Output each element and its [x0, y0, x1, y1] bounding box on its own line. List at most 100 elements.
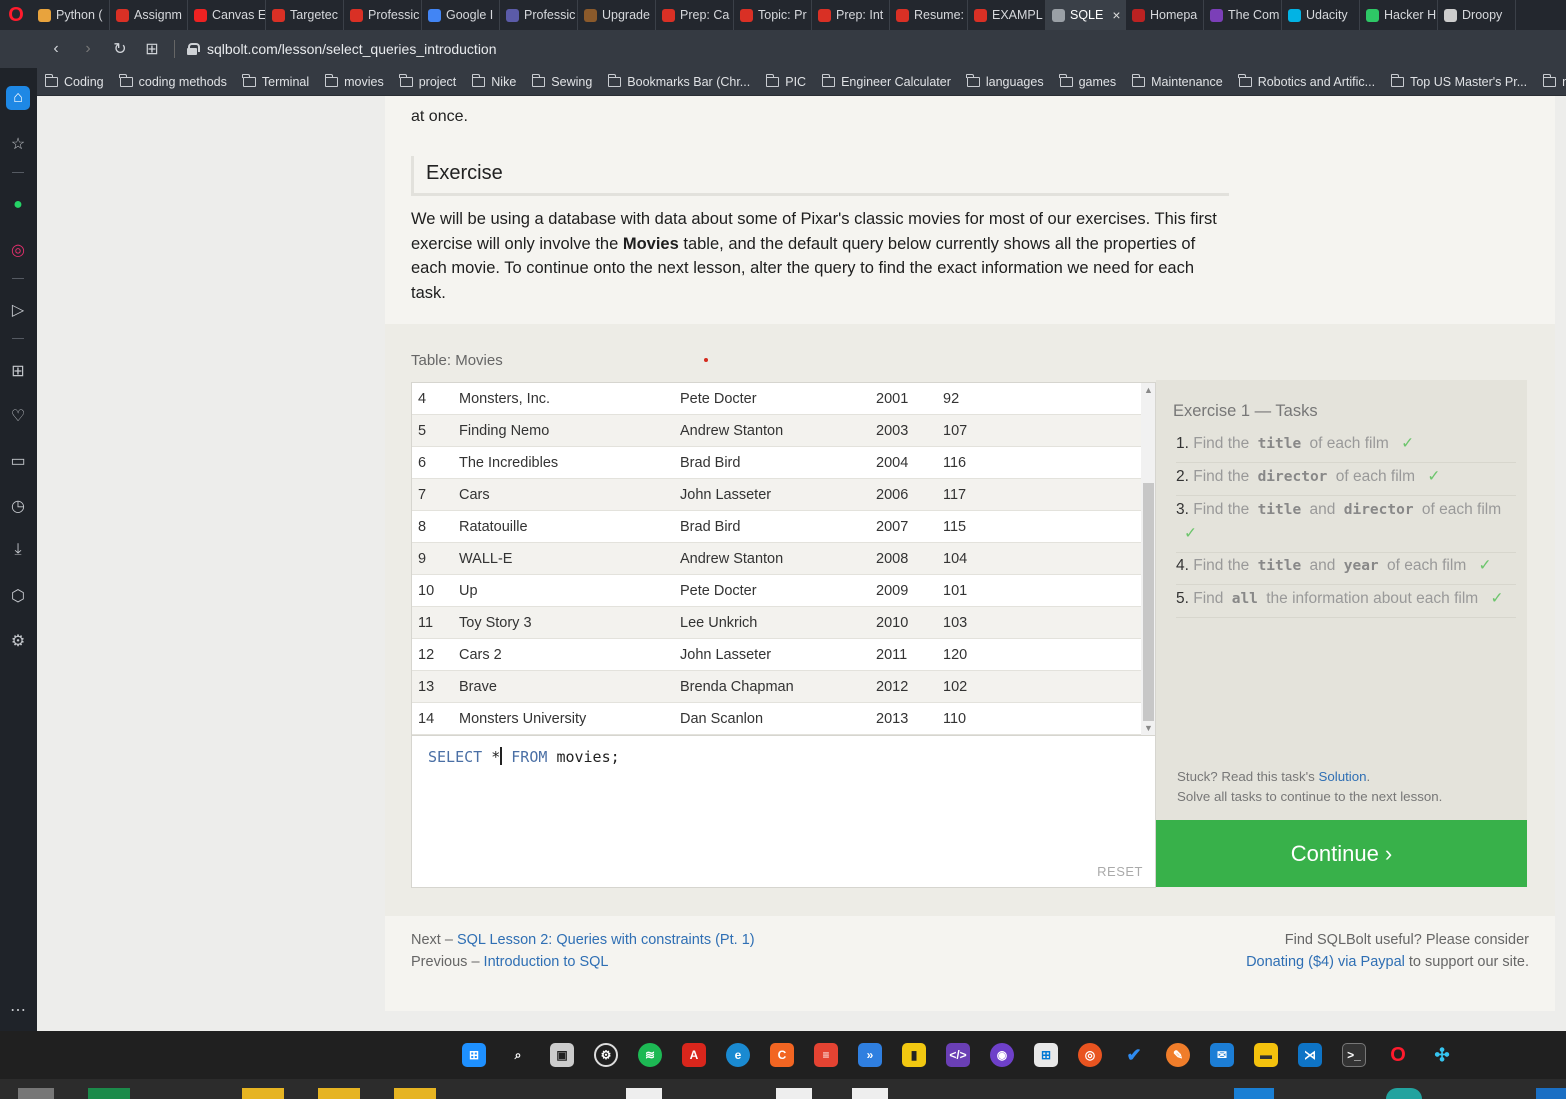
browser-tab[interactable]: Google I — [422, 0, 500, 30]
more-icon[interactable]: ⋯ — [6, 998, 30, 1022]
todoist-icon[interactable]: ≡ — [814, 1043, 838, 1067]
tab-favicon-icon — [1052, 8, 1065, 22]
previous-lesson-link[interactable]: Introduction to SQL — [484, 954, 609, 970]
bookmark-item[interactable]: Engineer Calculater — [814, 73, 959, 89]
windows-start-icon[interactable]: ⊞ — [462, 1043, 486, 1067]
back-icon[interactable]: ‹ — [40, 30, 72, 68]
bookmark-item[interactable]: Robotics and Artific... — [1231, 73, 1383, 89]
store-icon[interactable]: ⊞ — [1034, 1043, 1058, 1067]
terminal-icon[interactable]: >_ — [1342, 1043, 1366, 1067]
opera-taskbar-icon[interactable]: O — [1386, 1043, 1410, 1067]
cell-year: 2001 — [876, 391, 909, 407]
check-app-icon[interactable]: ✔ — [1122, 1043, 1146, 1067]
task-number: 5. — [1176, 590, 1189, 607]
bookmark-item[interactable]: PIC — [758, 73, 814, 89]
browser-tab[interactable]: Homepa — [1126, 0, 1204, 30]
devtools-icon[interactable]: </> — [946, 1043, 970, 1067]
bookmark-item[interactable]: Maintenance — [1124, 73, 1231, 89]
bookmark-item[interactable]: Sewing — [524, 73, 600, 89]
browser-tab[interactable]: Targetec — [266, 0, 344, 30]
browser-tab[interactable]: Droopy — [1438, 0, 1516, 30]
ubuntu-icon[interactable]: ◎ — [1078, 1043, 1102, 1067]
browser-tab[interactable]: Resume: — [890, 0, 968, 30]
browser-tab[interactable]: SQLE × — [1046, 0, 1126, 30]
browser-tab[interactable]: Prep: Ca — [656, 0, 734, 30]
mail-icon[interactable]: ✉ — [1210, 1043, 1234, 1067]
spotify-icon[interactable]: ≋ — [638, 1043, 662, 1067]
github-desktop-icon[interactable]: ◉ — [990, 1043, 1014, 1067]
forward-icon[interactable]: › — [72, 30, 104, 68]
close-tab-icon[interactable]: × — [1112, 7, 1120, 23]
browser-tab[interactable]: Upgrade — [578, 0, 656, 30]
donate-text: to support our site. — [1404, 954, 1529, 970]
browser-tab[interactable]: Udacity — [1282, 0, 1360, 30]
bookmark-item[interactable]: project — [392, 73, 465, 89]
vscode-icon[interactable]: ⋊ — [1298, 1043, 1322, 1067]
browser-tab[interactable]: Canvas E — [188, 0, 266, 30]
scroll-down-icon[interactable]: ▼ — [1141, 721, 1155, 735]
scroll-up-icon[interactable]: ▲ — [1141, 383, 1155, 397]
bookmark-label: Engineer Calculater — [841, 74, 951, 89]
bookmark-item[interactable]: Nike — [464, 73, 524, 89]
browser-tab[interactable]: The Com — [1204, 0, 1282, 30]
history-icon[interactable]: ◷ — [6, 494, 30, 518]
app-c-icon[interactable]: C — [770, 1043, 794, 1067]
bookmark-label: Sewing — [551, 74, 593, 89]
opera-logo-icon[interactable]: O — [0, 0, 32, 30]
scrollbar-thumb[interactable] — [1143, 483, 1154, 721]
power-automate-icon[interactable]: » — [858, 1043, 882, 1067]
reload-icon[interactable]: ↻ — [104, 30, 136, 68]
bookmark-item[interactable]: Top US Master's Pr... — [1383, 73, 1535, 89]
player-icon[interactable]: ▷ — [6, 298, 30, 322]
movies-table[interactable]: 4 Monsters, Inc. Pete Docter 2001 92 5 Finding… — [411, 382, 1156, 736]
file-explorer-icon[interactable]: ▬ — [1254, 1043, 1278, 1067]
bookmark-item[interactable]: mou — [1535, 73, 1566, 89]
url-field[interactable]: sqlbolt.com/lesson/select_queries_introd… — [187, 41, 497, 57]
acrobat-icon[interactable]: A — [682, 1043, 706, 1067]
query-text[interactable]: SELECT * FROM movies; — [428, 747, 620, 766]
continue-button[interactable]: Continue › — [1156, 820, 1527, 887]
tabs-grid-icon[interactable]: ⊞ — [136, 30, 168, 68]
solution-link[interactable]: Solution — [1318, 769, 1366, 784]
aria-icon[interactable]: ☆ — [6, 132, 30, 156]
browser-tab[interactable]: Topic: Pr — [734, 0, 812, 30]
folder-icon — [242, 73, 256, 87]
bookmark-item[interactable]: languages — [959, 73, 1052, 89]
widgets-icon[interactable]: ⚙ — [594, 1043, 618, 1067]
browser-tab[interactable]: Professic — [500, 0, 578, 30]
heart-icon[interactable]: ♡ — [6, 404, 30, 428]
bookmark-item[interactable]: Coding — [37, 73, 112, 89]
workspaces-icon[interactable]: ⊞ — [6, 359, 30, 383]
browser-tab[interactable]: Assignm — [110, 0, 188, 30]
pen-app-icon[interactable]: ✎ — [1166, 1043, 1190, 1067]
tab-favicon-icon — [662, 8, 675, 22]
text-caret — [500, 747, 503, 765]
bookmark-item[interactable]: Bookmarks Bar (Chr... — [600, 73, 758, 89]
slack-icon[interactable]: ✣ — [1430, 1043, 1454, 1067]
browser-tab[interactable]: Prep: Int — [812, 0, 890, 30]
query-editor[interactable]: SELECT * FROM movies; RESET — [411, 735, 1156, 888]
cell-title: Toy Story 3 — [459, 615, 532, 631]
edge-icon[interactable]: e — [726, 1043, 750, 1067]
download-icon[interactable]: ⤓ — [6, 538, 30, 562]
browser-tab[interactable]: Python ( — [32, 0, 110, 30]
reset-button[interactable]: RESET — [1097, 864, 1143, 879]
task-view-icon[interactable]: ▣ — [550, 1043, 574, 1067]
bookmark-item[interactable]: games — [1052, 73, 1125, 89]
extensions-icon[interactable]: ⬡ — [6, 584, 30, 608]
power-bi-icon[interactable]: ▮ — [902, 1043, 926, 1067]
bookmark-item[interactable]: coding methods — [112, 73, 235, 89]
search-icon[interactable]: ⌕ — [506, 1043, 530, 1067]
donate-link[interactable]: Donating ($4) via Paypal — [1246, 954, 1405, 970]
whatsapp-icon[interactable]: ● — [6, 193, 30, 217]
browser-tab[interactable]: Professic — [344, 0, 422, 30]
bookmark-item[interactable]: movies — [317, 73, 392, 89]
next-lesson-link[interactable]: SQL Lesson 2: Queries with constraints (… — [457, 932, 755, 948]
instagram-icon[interactable]: ◎ — [6, 238, 30, 262]
settings-gear-icon[interactable]: ⚙ — [6, 629, 30, 653]
browser-tab[interactable]: Hacker H — [1360, 0, 1438, 30]
browser-tab[interactable]: EXAMPL — [968, 0, 1046, 30]
snapshot-icon[interactable]: ▭ — [6, 449, 30, 473]
bookmark-item[interactable]: Terminal — [235, 73, 317, 89]
home-icon[interactable]: ⌂ — [6, 86, 30, 110]
